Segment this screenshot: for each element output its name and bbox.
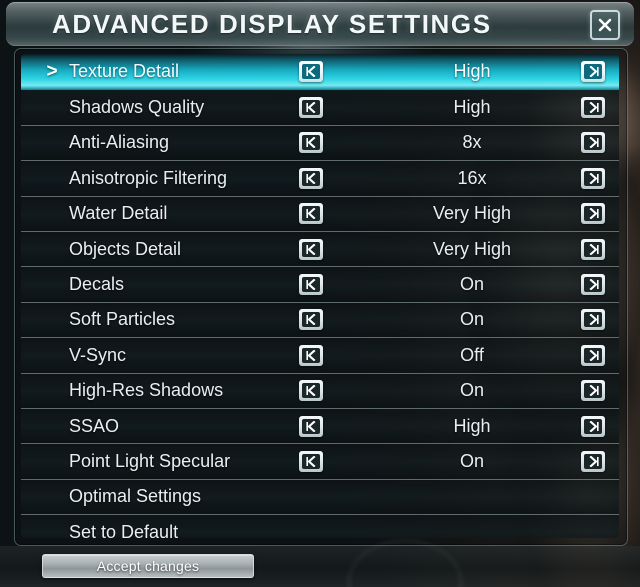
title-bar: ADVANCED DISPLAY SETTINGS xyxy=(6,2,634,46)
close-icon[interactable] xyxy=(590,10,620,40)
selection-caret-icon: > xyxy=(46,61,58,83)
settings-list-panel: > Texture Detail High Shadows Quality High An… xyxy=(14,48,628,546)
setting-value: On xyxy=(459,274,484,295)
setting-row[interactable]: Anisotropic Filtering 16x xyxy=(21,160,619,196)
chevron-left-icon[interactable] xyxy=(299,309,323,331)
setting-value: On xyxy=(459,380,484,401)
setting-label: Anti-Aliasing xyxy=(69,132,170,153)
setting-row[interactable]: Anti-Aliasing 8x xyxy=(21,124,619,161)
setting-label: Water Detail xyxy=(69,203,168,224)
chevron-left-icon[interactable] xyxy=(299,450,323,472)
setting-label: V-Sync xyxy=(69,344,127,365)
settings-rows: > Texture Detail High Shadows Quality High An… xyxy=(21,54,619,538)
chevron-right-icon[interactable] xyxy=(581,97,605,119)
setting-row[interactable]: Optimal Settings xyxy=(21,478,619,515)
chevron-left-icon[interactable] xyxy=(299,344,323,366)
chevron-right-icon[interactable] xyxy=(581,309,605,331)
setting-label: Set to Default xyxy=(69,521,179,538)
setting-row[interactable]: Decals On xyxy=(21,266,619,302)
chevron-left-icon[interactable] xyxy=(299,132,323,154)
chevron-right-icon[interactable] xyxy=(581,132,605,154)
setting-row[interactable]: Set to Default xyxy=(21,514,619,538)
setting-value: On xyxy=(459,309,484,330)
setting-row[interactable]: Objects Detail Very High xyxy=(21,230,619,267)
chevron-left-icon[interactable] xyxy=(299,274,323,296)
setting-row[interactable]: Shadows Quality High xyxy=(21,89,619,125)
chevron-right-icon[interactable] xyxy=(581,61,605,83)
chevron-right-icon[interactable] xyxy=(581,415,605,437)
setting-label: Shadows Quality xyxy=(69,97,205,118)
setting-label: Texture Detail xyxy=(69,61,180,82)
setting-row[interactable]: Water Detail Very High xyxy=(21,195,619,231)
setting-value: Very High xyxy=(432,203,512,224)
chevron-right-icon[interactable] xyxy=(581,167,605,189)
chevron-left-icon[interactable] xyxy=(299,167,323,189)
chevron-left-icon[interactable] xyxy=(299,61,323,83)
setting-value: Off xyxy=(460,344,484,365)
setting-value: 16x xyxy=(457,167,487,188)
setting-label: Decals xyxy=(69,274,125,295)
setting-row[interactable]: Soft Particles On xyxy=(21,301,619,338)
page-title: ADVANCED DISPLAY SETTINGS xyxy=(52,9,492,39)
chevron-right-icon[interactable] xyxy=(581,344,605,366)
setting-row[interactable]: High-Res Shadows On xyxy=(21,372,619,408)
setting-label: Soft Particles xyxy=(69,309,176,330)
chevron-right-icon[interactable] xyxy=(581,238,605,260)
accept-changes-label: Accept changes xyxy=(96,558,200,574)
setting-value: 8x xyxy=(462,132,482,153)
setting-row[interactable]: Point Light Specular On xyxy=(21,443,619,479)
setting-value: High xyxy=(453,97,491,118)
chevron-right-icon[interactable] xyxy=(581,203,605,225)
chevron-left-icon[interactable] xyxy=(299,203,323,225)
setting-label: Anisotropic Filtering xyxy=(69,167,228,188)
setting-row[interactable]: > Texture Detail High xyxy=(21,54,619,90)
setting-row[interactable]: V-Sync Off xyxy=(21,337,619,373)
setting-value: High xyxy=(453,415,491,436)
advanced-display-settings-screen: ADVANCED DISPLAY SETTINGS > Texture Detai… xyxy=(0,0,640,587)
chevron-left-icon[interactable] xyxy=(299,97,323,119)
chevron-left-icon[interactable] xyxy=(299,380,323,402)
accept-changes-button[interactable]: Accept changes xyxy=(42,554,254,578)
setting-label: Optimal Settings xyxy=(69,486,202,507)
setting-label: Point Light Specular xyxy=(69,450,231,471)
setting-label: High-Res Shadows xyxy=(69,380,224,401)
chevron-left-icon[interactable] xyxy=(299,238,323,260)
chevron-right-icon[interactable] xyxy=(581,274,605,296)
setting-label: SSAO xyxy=(69,415,120,436)
setting-value: High xyxy=(453,61,491,82)
setting-value: On xyxy=(459,450,484,471)
chevron-right-icon[interactable] xyxy=(581,450,605,472)
chevron-left-icon[interactable] xyxy=(299,415,323,437)
setting-label: Objects Detail xyxy=(69,238,182,259)
setting-value: Very High xyxy=(432,238,512,259)
setting-row[interactable]: SSAO High xyxy=(21,407,619,444)
chevron-right-icon[interactable] xyxy=(581,380,605,402)
